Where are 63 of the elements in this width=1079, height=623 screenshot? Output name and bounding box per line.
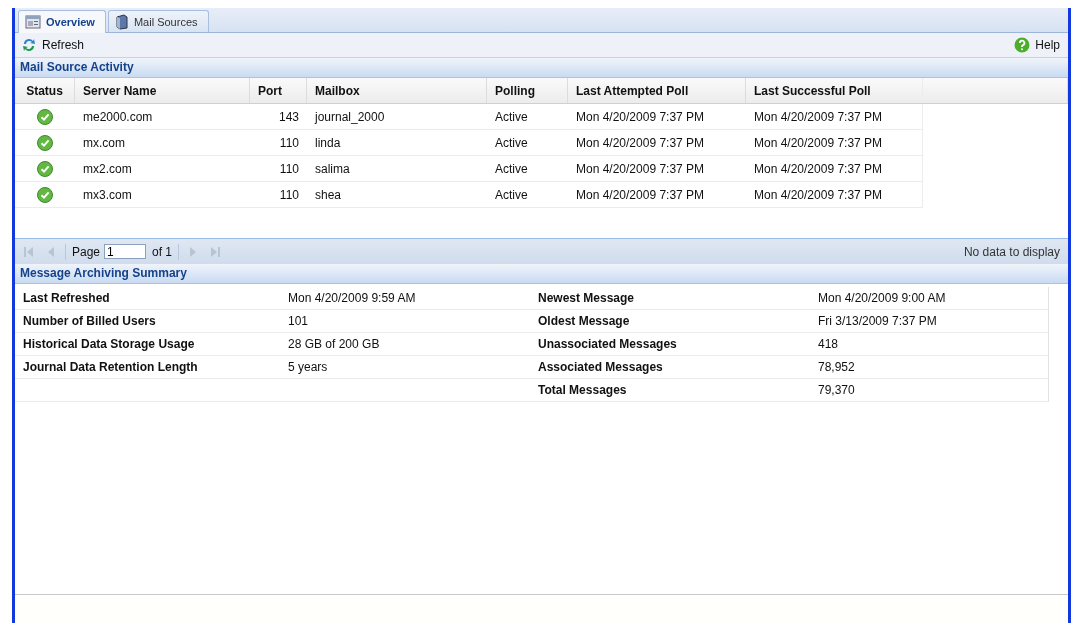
field-value: 5 years: [280, 356, 530, 379]
section-header: Mail Source Activity: [15, 58, 1068, 78]
page-field[interactable]: 1: [104, 244, 147, 259]
help-button[interactable]: Help: [1014, 37, 1060, 53]
field-label: Newest Message: [530, 287, 810, 310]
table-cell: salima: [307, 156, 487, 182]
section-header: Message Archiving Summary: [15, 264, 1068, 284]
column-header[interactable]: Last Attempted Poll: [568, 78, 746, 103]
page-label: Page: [72, 244, 101, 259]
field-value: Mon 4/20/2009 9:59 AM: [280, 287, 530, 310]
table-cell: Mon 4/20/2009 7:37 PM: [568, 156, 746, 182]
help-icon: [1014, 37, 1031, 53]
table-cell: journal_2000: [307, 104, 487, 130]
table-cell: Mon 4/20/2009 7:37 PM: [568, 130, 746, 156]
table-cell: 110: [250, 156, 307, 182]
column-header[interactable]: Last Successful Poll: [746, 78, 923, 103]
table-cell: Mon 4/20/2009 7:37 PM: [568, 182, 746, 208]
table-cell: 110: [250, 182, 307, 208]
table-cell: 143: [250, 104, 307, 130]
field-value: 101: [280, 310, 530, 333]
column-header[interactable]: Port: [250, 78, 307, 103]
table-cell: Active: [487, 130, 568, 156]
tab[interactable]: Mail Sources: [107, 10, 209, 32]
table-cell: Active: [487, 104, 568, 130]
refresh-icon: [21, 37, 37, 53]
column-header[interactable]: Server Name: [75, 78, 250, 103]
paging-status: No data to display: [963, 244, 1060, 259]
field-label: Associated Messages: [530, 356, 810, 379]
table-cell: mx2.com: [75, 156, 250, 182]
refresh-button[interactable]: Refresh: [21, 37, 85, 53]
table-cell: Mon 4/20/2009 7:37 PM: [746, 182, 923, 208]
field-value: Mon 4/20/2009 9:00 AM: [810, 287, 1048, 310]
column-header[interactable]: Mailbox: [307, 78, 487, 103]
field-value: Fri 3/13/2009 7:37 PM: [810, 310, 1048, 333]
field-label: Journal Data Retention Length: [15, 356, 280, 379]
page-count: of 1: [152, 244, 173, 259]
server-icon: [114, 13, 129, 30]
column-header[interactable]: Status: [15, 78, 75, 103]
field-label: Total Messages: [530, 379, 810, 402]
field-label: Number of Billed Users: [15, 310, 280, 333]
field-label: Oldest Message: [530, 310, 810, 333]
column-header[interactable]: Polling: [487, 78, 568, 103]
table-cell: Mon 4/20/2009 7:37 PM: [746, 130, 923, 156]
table-cell: Active: [487, 182, 568, 208]
table-cell: Mon 4/20/2009 7:37 PM: [746, 104, 923, 130]
table-cell: Mon 4/20/2009 7:37 PM: [746, 156, 923, 182]
field-value: 28 GB of 200 GB: [280, 333, 530, 356]
tab[interactable]: Overview: [18, 10, 106, 33]
table-cell: linda: [307, 130, 487, 156]
table-cell: Active: [487, 156, 568, 182]
table-cell: 110: [250, 130, 307, 156]
table-cell: mx3.com: [75, 182, 250, 208]
field-label: Unassociated Messages: [530, 333, 810, 356]
table-cell: Mon 4/20/2009 7:37 PM: [568, 104, 746, 130]
field-value: 79,370: [810, 379, 1048, 402]
table-cell: me2000.com: [75, 104, 250, 130]
field-label: Last Refreshed: [15, 287, 280, 310]
table-cell: mx.com: [75, 130, 250, 156]
window-icon: [25, 15, 41, 29]
field-label: Historical Data Storage Usage: [15, 333, 280, 356]
table-cell: shea: [307, 182, 487, 208]
field-value: 418: [810, 333, 1048, 356]
field-value: 78,952: [810, 356, 1048, 379]
